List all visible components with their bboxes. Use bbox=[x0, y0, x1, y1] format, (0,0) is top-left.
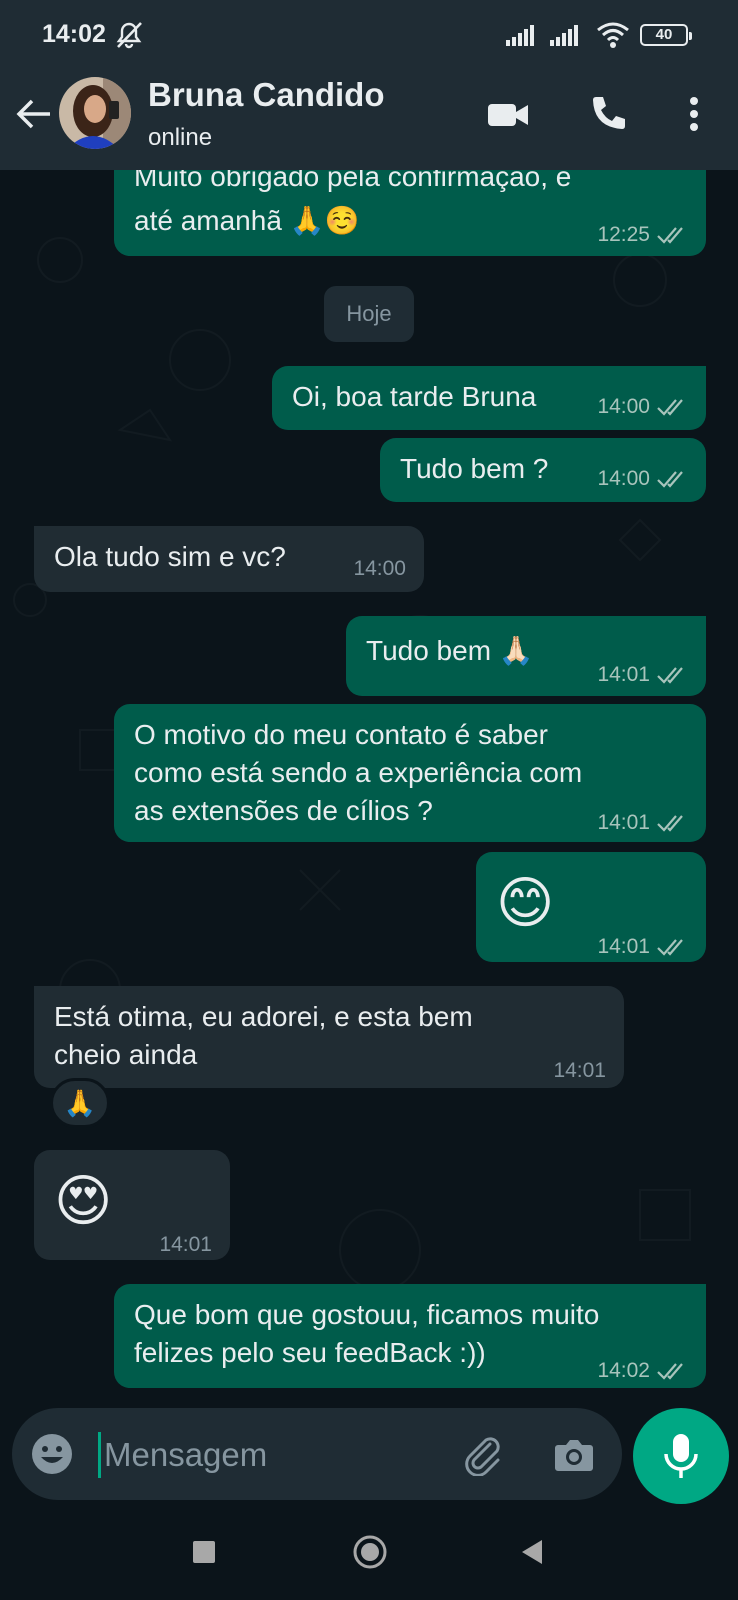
contact-status: online bbox=[148, 124, 213, 151]
message-time: 14:01 bbox=[597, 811, 650, 834]
message-time: 14:00 bbox=[353, 557, 406, 580]
message-text: até amanhã 🙏☺️ bbox=[134, 205, 360, 236]
mic-button[interactable] bbox=[633, 1408, 729, 1504]
double-check-icon bbox=[657, 227, 683, 244]
message-time: 14:01 bbox=[597, 935, 650, 958]
double-check-icon bbox=[657, 399, 683, 416]
message-text: Está otima, eu adorei, e esta bem bbox=[54, 1001, 473, 1032]
message-bubble-incoming[interactable]: Está otima, eu adorei, e esta bem cheio … bbox=[34, 986, 624, 1088]
chat-header: Bruna Candido online bbox=[0, 70, 738, 170]
message-input[interactable] bbox=[102, 1426, 436, 1484]
message-time: 14:01 bbox=[597, 663, 650, 686]
chat-area[interactable]: Muito obrigado pela confirmação, e até a… bbox=[0, 170, 738, 1408]
avatar[interactable] bbox=[59, 77, 131, 149]
message-text: as extensões de cílios ? bbox=[134, 795, 433, 826]
message-time: 14:00 bbox=[597, 395, 650, 418]
message-bubble-outgoing[interactable]: Oi, boa tarde Bruna 14:00 bbox=[272, 366, 706, 430]
message-emoji: 😊 bbox=[496, 871, 555, 934]
message-time: 14:01 bbox=[553, 1059, 606, 1082]
message-text: felizes pelo seu feedBack :)) bbox=[134, 1337, 486, 1368]
message-reaction[interactable]: 🙏 bbox=[50, 1078, 110, 1128]
message-bubble-incoming[interactable]: 😍 14:01 bbox=[34, 1150, 230, 1260]
message-bubble-outgoing[interactable]: Muito obrigado pela confirmação, e até a… bbox=[114, 170, 706, 256]
voice-call-icon[interactable] bbox=[586, 92, 630, 136]
more-options-icon[interactable] bbox=[672, 92, 716, 136]
message-text: Muito obrigado pela confirmação, e bbox=[134, 170, 572, 192]
double-check-icon bbox=[657, 939, 683, 956]
signal-icon bbox=[506, 25, 534, 46]
text-caret bbox=[98, 1432, 101, 1478]
double-check-icon bbox=[657, 1363, 683, 1380]
double-check-icon bbox=[657, 471, 683, 488]
message-bubble-outgoing[interactable]: O motivo do meu contato é saber como est… bbox=[114, 704, 706, 842]
message-bubble-outgoing[interactable]: Tudo bem ? 14:00 bbox=[380, 438, 706, 502]
message-composer bbox=[12, 1408, 622, 1500]
nav-back-icon[interactable] bbox=[520, 1539, 544, 1565]
nav-recents-icon[interactable] bbox=[192, 1540, 216, 1564]
status-bar: 14:02 40 bbox=[0, 0, 738, 70]
video-call-icon[interactable] bbox=[486, 92, 530, 136]
message-bubble-outgoing[interactable]: Tudo bem 🙏🏻 14:01 bbox=[346, 616, 706, 696]
signal-icon bbox=[550, 25, 578, 46]
battery-indicator: 40 bbox=[640, 24, 692, 46]
mute-icon bbox=[116, 22, 142, 49]
reaction-emoji: 🙏 bbox=[63, 1088, 97, 1118]
message-text: Tudo bem 🙏🏻 bbox=[366, 635, 534, 666]
day-divider: Hoje bbox=[324, 286, 414, 342]
message-text: como está sendo a experiência com bbox=[134, 757, 583, 788]
message-bubble-outgoing[interactable]: 😊 14:01 bbox=[476, 852, 706, 962]
message-time: 14:02 bbox=[597, 1359, 650, 1382]
message-time: 14:01 bbox=[159, 1233, 212, 1256]
camera-icon[interactable] bbox=[552, 1432, 596, 1476]
message-text: O motivo do meu contato é saber bbox=[134, 719, 548, 750]
emoji-icon[interactable] bbox=[30, 1432, 74, 1476]
message-bubble-outgoing[interactable]: Que bom que gostouu, ficamos muito feliz… bbox=[114, 1284, 706, 1388]
back-arrow-icon[interactable] bbox=[14, 94, 54, 134]
system-nav-bar bbox=[0, 1510, 738, 1600]
message-bubble-incoming[interactable]: Ola tudo sim e vc? 14:00 bbox=[34, 526, 424, 592]
mic-icon bbox=[664, 1434, 698, 1478]
message-time: 12:25 bbox=[597, 223, 650, 246]
status-time: 14:02 bbox=[42, 20, 106, 48]
attach-icon[interactable] bbox=[460, 1432, 504, 1476]
double-check-icon bbox=[657, 667, 683, 684]
message-text: Ola tudo sim e vc? bbox=[54, 541, 286, 572]
double-check-icon bbox=[657, 815, 683, 832]
message-emoji: 😍 bbox=[54, 1169, 113, 1232]
nav-home-icon[interactable] bbox=[352, 1534, 388, 1570]
message-text: Tudo bem ? bbox=[400, 453, 549, 484]
message-text: Que bom que gostouu, ficamos muito bbox=[134, 1299, 600, 1330]
message-time: 14:00 bbox=[597, 467, 650, 490]
message-text: cheio ainda bbox=[54, 1039, 198, 1070]
wifi-icon bbox=[597, 22, 629, 48]
message-text: Oi, boa tarde Bruna bbox=[292, 381, 537, 412]
contact-name[interactable]: Bruna Candido bbox=[148, 76, 385, 114]
